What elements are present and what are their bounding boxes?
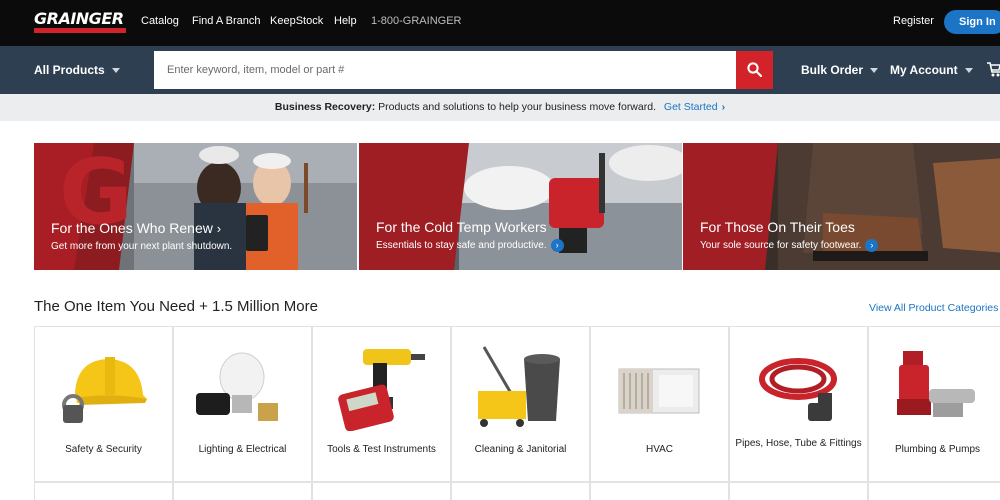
light-bulb-plug-icon [196, 352, 278, 421]
top-bar: GRAINGER Catalog Find A Branch KeepStock… [0, 0, 1000, 46]
drill-multimeter-icon [338, 349, 425, 431]
category-row-2-tile [312, 482, 451, 500]
find-a-branch-link[interactable]: Find A Branch [192, 15, 261, 27]
promo-tile-renew[interactable]: G For the Ones Who Renew › Get more from… [34, 143, 357, 270]
category-row-2-tile [451, 482, 590, 500]
promo-footwear-title: For Those On Their Toes [700, 219, 855, 235]
all-products-label: All Products [34, 63, 105, 77]
search-button[interactable] [736, 51, 773, 89]
promo-cold-temp-title: For the Cold Temp Workers [376, 219, 547, 235]
catalog-link[interactable]: Catalog [141, 15, 179, 27]
promo-renew-title: For the Ones Who Renew › [51, 220, 222, 236]
chevron-down-icon [964, 68, 973, 74]
help-link[interactable]: Help [334, 15, 357, 27]
chevron-down-icon [870, 68, 879, 74]
sign-in-button[interactable]: Sign In [944, 10, 1000, 34]
grainger-logo[interactable]: GRAINGER [34, 9, 130, 35]
logo-text: GRAINGER [34, 9, 124, 28]
search-bar: All Products Bulk Order My Account [0, 46, 1000, 94]
promo-renew-subtitle: Get more from your next plant shutdown. [51, 241, 233, 252]
category-plumbing-pumps[interactable]: Plumbing & Pumps [868, 326, 1000, 482]
category-row-2-tile [868, 482, 1000, 500]
my-account-label: My Account [890, 63, 958, 77]
category-lighting-electrical[interactable]: Lighting & Electrical [173, 326, 312, 482]
mop-bucket-icon [478, 346, 560, 427]
bulk-order-label: Bulk Order [801, 63, 864, 77]
keepstock-link[interactable]: KeepStock [270, 15, 323, 27]
search-input[interactable] [154, 51, 736, 89]
category-pipes-hose[interactable]: Pipes, Hose, Tube & Fittings [729, 326, 868, 482]
category-label: Lighting & Electrical [198, 444, 287, 455]
category-row-2-tile [590, 482, 729, 500]
category-row-2-tile [34, 482, 173, 500]
category-label: Safety & Security [65, 444, 142, 455]
business-recovery-banner: Business Recovery: Products and solution… [0, 94, 1000, 121]
logo-underline [34, 28, 126, 33]
air-conditioner-icon [618, 368, 700, 414]
phone-number[interactable]: 1-800-GRAINGER [371, 15, 461, 27]
bulk-order-menu[interactable]: Bulk Order [801, 63, 879, 77]
pump-icon [897, 351, 975, 417]
banner-text: Products and solutions to help your busi… [378, 101, 656, 113]
category-label: Plumbing & Pumps [894, 444, 981, 455]
category-label: Pipes, Hose, Tube & Fittings [735, 438, 862, 449]
promo-tile-footwear[interactable]: For Those On Their Toes Your sole source… [683, 143, 1000, 270]
chevron-right-circle-icon: › [550, 239, 564, 252]
category-tools-test[interactable]: Tools & Test Instruments [312, 326, 451, 482]
chevron-down-icon [111, 68, 120, 74]
search-icon [747, 62, 762, 77]
banner-bold-text: Business Recovery: [274, 101, 376, 113]
cart-icon[interactable] [987, 60, 1000, 80]
category-cleaning-janitorial[interactable]: Cleaning & Janitorial [451, 326, 590, 482]
all-products-menu[interactable]: All Products [34, 63, 120, 77]
register-link[interactable]: Register [893, 15, 934, 27]
hard-hat-lock-icon [62, 357, 147, 423]
get-started-link[interactable]: Get Started [664, 101, 718, 113]
category-safety-security[interactable]: Safety & Security [34, 326, 173, 482]
view-all-categories-link[interactable]: View All Product Categories › [869, 302, 1000, 314]
category-row-2-tile [173, 482, 312, 500]
promo-cold-temp-subtitle: Essentials to stay safe and productive. › [376, 239, 564, 252]
category-row-2-tile [729, 482, 868, 500]
hose-fitting-icon [759, 358, 837, 421]
chevron-right-icon: › [721, 101, 726, 113]
category-label: Tools & Test Instruments [327, 444, 436, 455]
category-hvac[interactable]: HVAC [590, 326, 729, 482]
category-label: Cleaning & Janitorial [474, 444, 567, 455]
promo-tile-cold-temp[interactable]: For the Cold Temp Workers Essentials to … [359, 143, 682, 270]
my-account-menu[interactable]: My Account [890, 63, 973, 77]
promo-footwear-subtitle: Your sole source for safety footwear. › [700, 239, 879, 252]
chevron-right-circle-icon: › [865, 239, 879, 252]
section-title: The One Item You Need + 1.5 Million More [34, 298, 318, 315]
category-label: HVAC [645, 444, 674, 455]
